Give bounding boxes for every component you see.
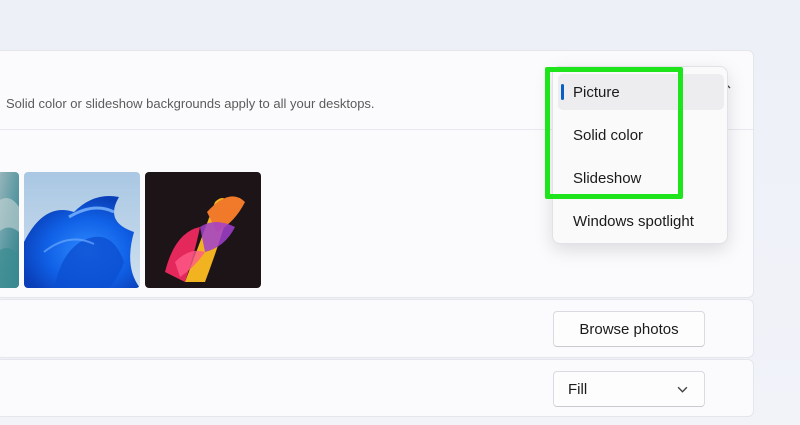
menu-item-label: Slideshow xyxy=(573,169,642,187)
browse-photos-button[interactable]: Browse photos xyxy=(553,311,705,347)
background-description: Solid color or slideshow backgrounds app… xyxy=(6,96,375,111)
menu-item-windows-spotlight[interactable]: Windows spotlight xyxy=(558,203,724,239)
fit-dropdown-value: Fill xyxy=(568,380,588,398)
menu-item-label: Windows spotlight xyxy=(573,212,694,230)
selection-indicator xyxy=(561,84,564,100)
fit-dropdown[interactable]: Fill xyxy=(553,371,705,407)
recent-image-1[interactable] xyxy=(0,172,19,288)
menu-item-label: Solid color xyxy=(573,126,644,144)
chevron-down-icon xyxy=(677,386,688,393)
background-type-menu: Picture Solid color Slideshow Windows sp… xyxy=(552,66,728,244)
settings-page: Solid color or slideshow backgrounds app… xyxy=(0,0,800,425)
menu-item-slideshow[interactable]: Slideshow xyxy=(558,160,724,196)
recent-image-2[interactable] xyxy=(24,172,140,288)
menu-item-label: Picture xyxy=(573,83,620,101)
choose-photo-row: Browse photos xyxy=(0,299,754,358)
choose-fit-row: Fill xyxy=(0,359,754,417)
menu-item-picture[interactable]: Picture xyxy=(558,74,724,110)
recent-image-3[interactable] xyxy=(145,172,261,288)
menu-item-solid-color[interactable]: Solid color xyxy=(558,117,724,153)
